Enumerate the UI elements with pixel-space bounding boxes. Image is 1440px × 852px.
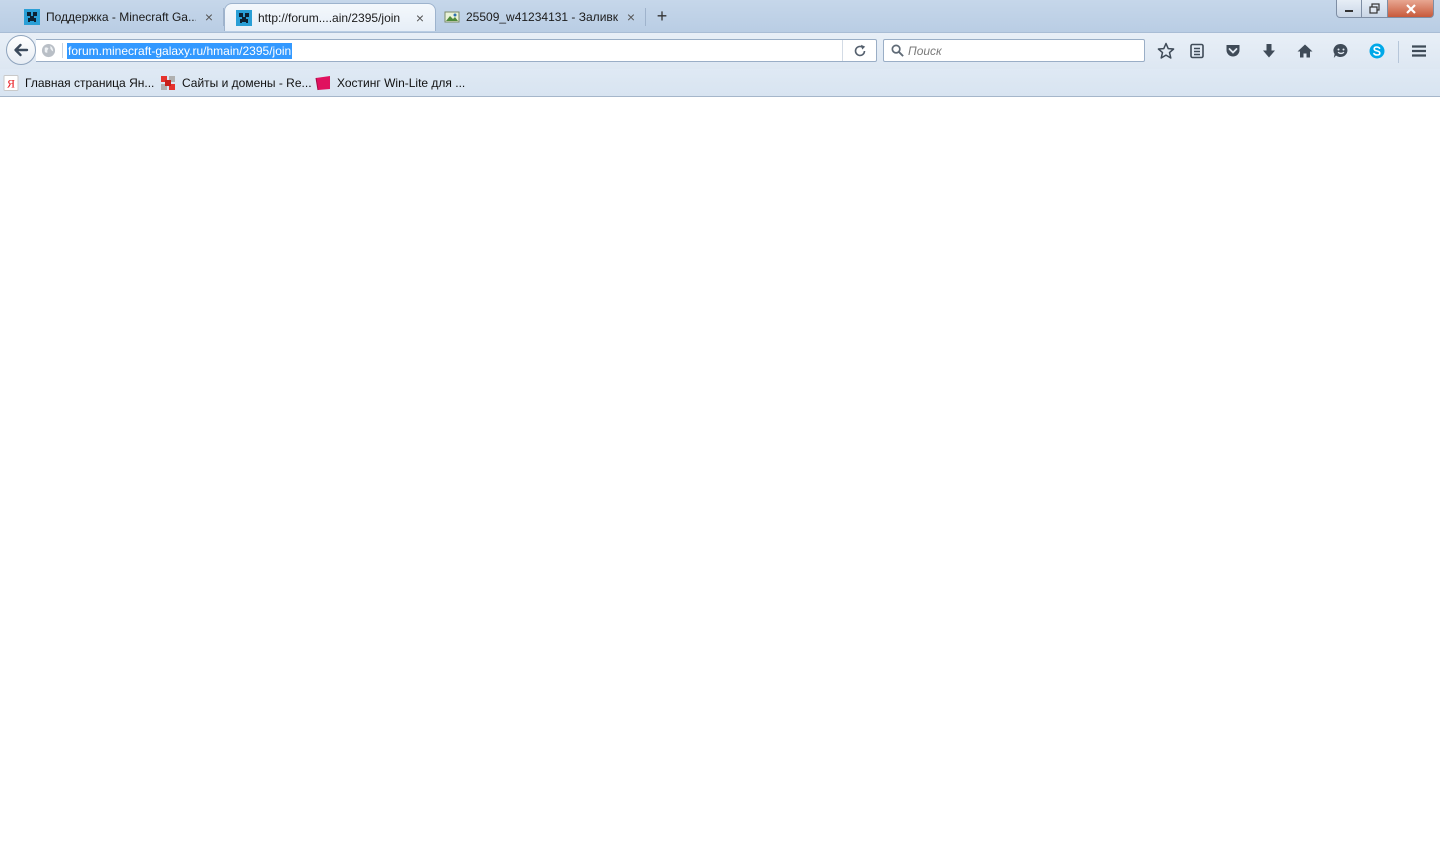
new-tab-button[interactable]: + bbox=[650, 5, 674, 27]
search-input[interactable] bbox=[908, 42, 1138, 59]
back-arrow-icon bbox=[14, 43, 29, 57]
creeper-favicon-icon bbox=[24, 9, 40, 25]
open-menu-button[interactable] bbox=[1409, 41, 1429, 61]
search-bar[interactable] bbox=[883, 39, 1145, 62]
url-text-selected[interactable]: forum.minecraft-galaxy.ru/hmain/2395/joi… bbox=[67, 43, 293, 59]
home-button[interactable] bbox=[1295, 41, 1315, 61]
address-bar[interactable]: forum.minecraft-galaxy.ru/hmain/2395/joi… bbox=[36, 39, 877, 62]
tab-support[interactable]: Поддержка - Minecraft Ga... × bbox=[0, 3, 224, 31]
window-controls bbox=[1336, 0, 1434, 19]
image-favicon-icon bbox=[444, 11, 460, 23]
bookmark-win-lite[interactable]: Хостинг Win-Lite для ... bbox=[315, 75, 465, 91]
tab-close-icon[interactable]: × bbox=[624, 10, 638, 24]
downloads-button[interactable] bbox=[1259, 41, 1279, 61]
reload-icon bbox=[854, 44, 865, 56]
restore-icon bbox=[1368, 2, 1380, 14]
yandex-icon: Я bbox=[3, 75, 19, 91]
tab-title: http://forum....ain/2395/join bbox=[258, 10, 401, 25]
svg-text:Я: Я bbox=[7, 77, 15, 91]
reload-button[interactable] bbox=[842, 40, 876, 61]
url-separator bbox=[62, 43, 63, 58]
bookmark-reg-ru[interactable]: Сайты и домены - Re... bbox=[160, 75, 312, 91]
close-icon bbox=[1405, 3, 1416, 14]
tab-strip: Поддержка - Minecraft Ga... × http://for… bbox=[0, 0, 1440, 32]
bookmark-label: Главная страница Ян... bbox=[25, 76, 155, 90]
tab-title: Поддержка - Minecraft Ga... bbox=[46, 10, 196, 24]
winlite-icon bbox=[315, 76, 330, 91]
search-icon bbox=[891, 44, 904, 57]
bookmark-yandex[interactable]: Я Главная страница Ян... bbox=[3, 75, 154, 91]
tab-image-upload[interactable]: 25509_w41234131 - Заливк... × bbox=[436, 3, 646, 31]
tab-close-icon[interactable]: × bbox=[413, 11, 427, 25]
minimize-button[interactable] bbox=[1336, 0, 1362, 18]
creeper-favicon-icon bbox=[236, 9, 252, 26]
restore-button[interactable] bbox=[1362, 0, 1388, 18]
reg-ru-icon bbox=[161, 76, 175, 90]
bookmark-label: Хостинг Win-Lite для ... bbox=[337, 76, 466, 90]
navigation-toolbar: forum.minecraft-galaxy.ru/hmain/2395/joi… bbox=[0, 32, 1440, 69]
bookmarks-list-icon bbox=[1190, 43, 1204, 59]
smiley-chat-icon bbox=[1333, 43, 1348, 58]
skype-button[interactable] bbox=[1367, 41, 1387, 61]
bookmark-star-button[interactable] bbox=[1156, 41, 1176, 61]
page-content[interactable] bbox=[0, 97, 1440, 852]
skype-icon bbox=[1369, 43, 1385, 59]
hello-chat-button[interactable] bbox=[1331, 41, 1351, 61]
globe-icon[interactable] bbox=[41, 43, 56, 58]
bookmarks-menu-button[interactable] bbox=[1187, 41, 1207, 61]
close-window-button[interactable] bbox=[1388, 0, 1434, 18]
tab-join-active[interactable]: http://forum....ain/2395/join × bbox=[224, 3, 436, 31]
minimize-icon bbox=[1345, 9, 1353, 12]
home-icon bbox=[1297, 44, 1313, 58]
toolbar-separator bbox=[1398, 41, 1399, 63]
tab-close-icon[interactable]: × bbox=[202, 10, 216, 24]
pocket-icon bbox=[1226, 45, 1240, 57]
tab-title: 25509_w41234131 - Заливк... bbox=[466, 10, 618, 24]
download-arrow-icon bbox=[1263, 44, 1275, 58]
back-button[interactable] bbox=[6, 35, 36, 65]
bookmarks-toolbar: Я Главная страница Ян... Сайты и домены … bbox=[0, 69, 1440, 97]
star-icon bbox=[1157, 42, 1175, 59]
pocket-button[interactable] bbox=[1223, 41, 1243, 61]
hamburger-menu-icon bbox=[1412, 45, 1426, 57]
bookmark-label: Сайты и домены - Re... bbox=[182, 76, 312, 90]
